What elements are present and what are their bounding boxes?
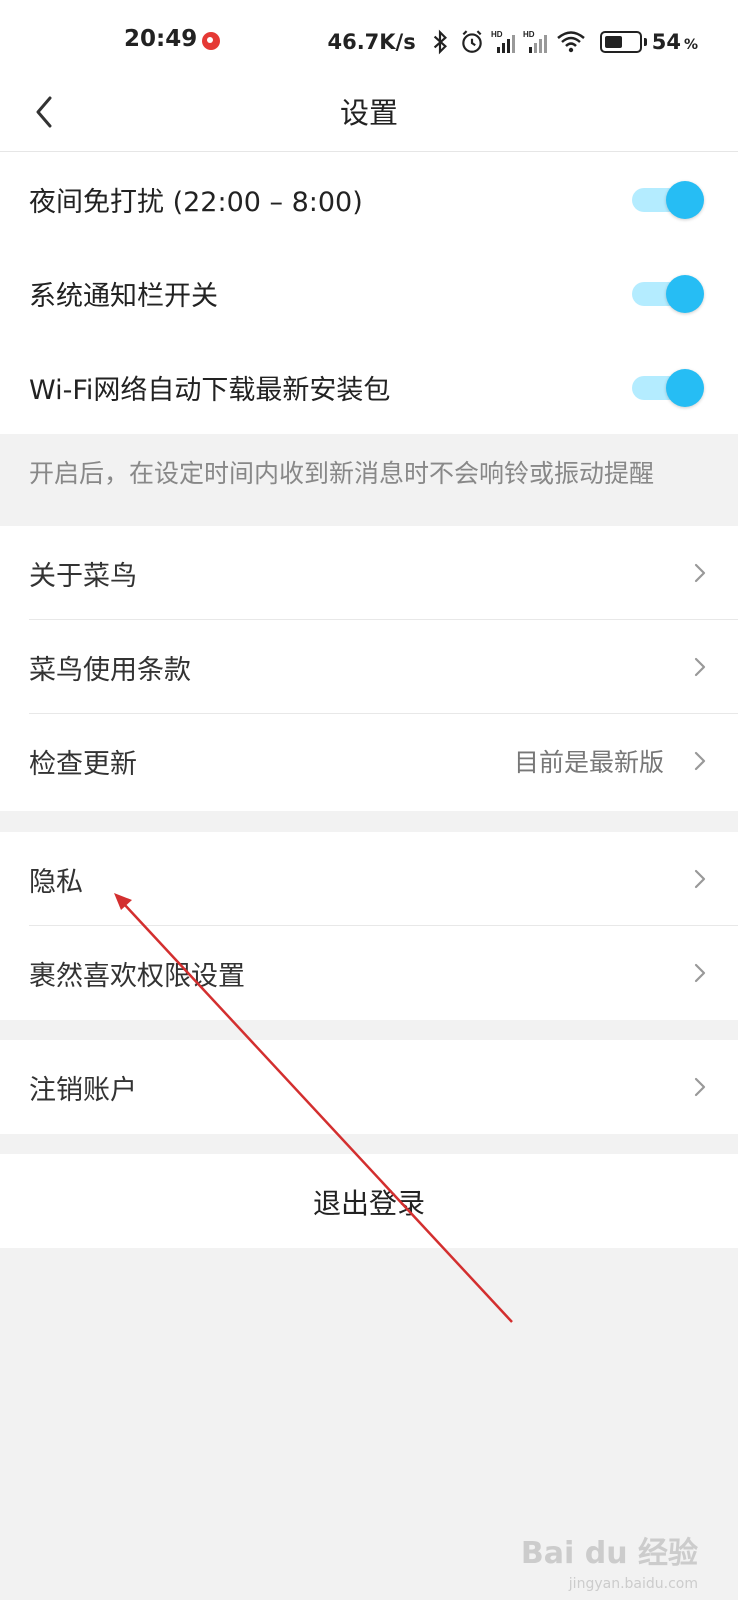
do-not-disturb-toggle[interactable] <box>630 175 706 223</box>
wifi-icon <box>555 29 587 55</box>
svg-text:HD: HD <box>523 30 535 39</box>
list-item-label: 注销账户 <box>29 1074 137 1106</box>
toggle-label: Wi-Fi网络自动下载最新安装包 <box>29 374 391 406</box>
list-item-privacy[interactable]: 隐私 <box>0 832 738 926</box>
list-item-label: 隐私 <box>29 866 83 898</box>
status-icons: 46.7K/s HD HD 54 % <box>327 24 698 60</box>
alarm-icon <box>459 29 485 55</box>
net-speed: 46.7K/s <box>327 30 416 54</box>
notification-settings-group: 夜间免打扰 (22:00 – 8:00) 系统通知栏开关 Wi-Fi网络自动下载… <box>0 152 738 434</box>
list-item-label: 裹然喜欢权限设置 <box>29 960 245 992</box>
nav-bar: 设置 <box>0 84 738 152</box>
status-bar: 20:49 46.7K/s HD HD 54 % <box>0 0 738 84</box>
page-title: 设置 <box>339 96 398 130</box>
list-item-check-update[interactable]: 检查更新 目前是最新版 <box>0 714 738 808</box>
toggle-row-wifi-download: Wi-Fi网络自动下载最新安装包 <box>0 340 738 434</box>
list-item-label: 菜鸟使用条款 <box>29 654 191 686</box>
baidu-watermark: Bai du 经验 <box>520 1536 698 1571</box>
signal-hd-icon: HD <box>523 29 549 55</box>
wifi-auto-download-toggle[interactable] <box>630 363 706 411</box>
chevron-right-icon <box>694 963 706 983</box>
signal-hd-icon: HD <box>491 29 517 55</box>
list-item-permission-settings[interactable]: 裹然喜欢权限设置 <box>0 926 738 1020</box>
account-group: 注销账户 <box>0 1040 738 1134</box>
status-time: 20:49 <box>124 26 198 52</box>
toggle-knob <box>666 369 704 407</box>
battery-level-fill <box>604 36 622 48</box>
toggle-knob <box>666 181 704 219</box>
toggle-label: 夜间免打扰 (22:00 – 8:00) <box>29 186 363 218</box>
battery-percent: 54 <box>651 30 681 54</box>
chevron-right-icon <box>694 1077 706 1097</box>
battery-icon <box>599 31 647 53</box>
about-group: 关于菜鸟 菜鸟使用条款 检查更新 目前是最新版 <box>0 526 738 811</box>
list-item-deactivate-account[interactable]: 注销账户 <box>0 1040 738 1134</box>
chevron-right-icon <box>694 657 706 677</box>
logout-label: 退出登录 <box>312 1187 425 1220</box>
update-status: 目前是最新版 <box>513 748 664 777</box>
notification-bar-toggle[interactable] <box>630 269 706 317</box>
toggle-knob <box>666 275 704 313</box>
list-item-label: 检查更新 <box>29 748 137 780</box>
toggle-row-do-not-disturb: 夜间免打扰 (22:00 – 8:00) <box>0 152 738 246</box>
battery-percent-unit: % <box>683 37 698 53</box>
chevron-right-icon <box>694 751 706 771</box>
toggle-label: 系统通知栏开关 <box>29 280 218 312</box>
list-item-label: 关于菜鸟 <box>29 560 137 592</box>
app-notification-icon <box>202 32 220 50</box>
bluetooth-icon <box>427 29 453 55</box>
privacy-group: 隐私 裹然喜欢权限设置 <box>0 832 738 1020</box>
toggle-row-notification-bar: 系统通知栏开关 <box>0 246 738 340</box>
logout-button[interactable]: 退出登录 <box>0 1154 738 1248</box>
do-not-disturb-hint: 开启后，在设定时间内收到新消息时不会响铃或振动提醒 <box>29 459 655 488</box>
list-item-about[interactable]: 关于菜鸟 <box>0 526 738 620</box>
chevron-right-icon <box>694 869 706 889</box>
list-item-terms[interactable]: 菜鸟使用条款 <box>0 620 738 714</box>
chevron-right-icon <box>694 563 706 583</box>
svg-text:HD: HD <box>491 30 503 39</box>
baidu-watermark-url: jingyan.baidu.com <box>568 1576 698 1592</box>
